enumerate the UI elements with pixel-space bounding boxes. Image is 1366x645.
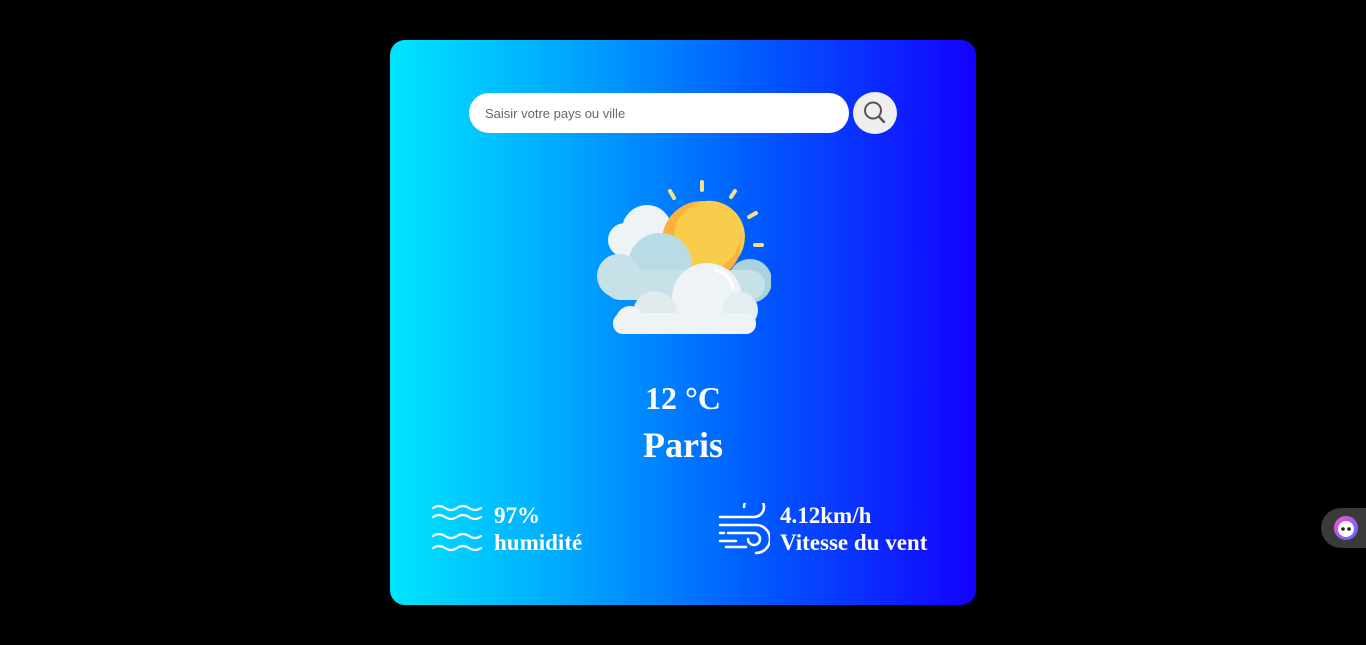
weather-card: 12 °C Paris 97% humidité: [390, 40, 976, 605]
waves-icon: [432, 504, 483, 552]
assistant-widget[interactable]: [1321, 508, 1366, 548]
assistant-icon: [1334, 516, 1358, 540]
humidity-label: humidité: [494, 530, 583, 555]
city-name: Paris: [643, 425, 723, 465]
search-icon: [864, 101, 886, 124]
search-input[interactable]: [469, 93, 849, 133]
partly-cloudy-icon: [597, 180, 771, 334]
wind-value: 4.12km/h: [780, 503, 872, 528]
humidity-value: 97%: [494, 503, 540, 528]
humidity-stat: 97% humidité: [432, 502, 582, 556]
wind-label: Vitesse du vent: [780, 530, 928, 555]
wind-stat: 4.12km/h Vitesse du vent: [718, 502, 927, 556]
temperature-value: 12 °C: [645, 380, 721, 416]
wind-icon: [718, 503, 770, 555]
search-button[interactable]: [853, 92, 897, 134]
